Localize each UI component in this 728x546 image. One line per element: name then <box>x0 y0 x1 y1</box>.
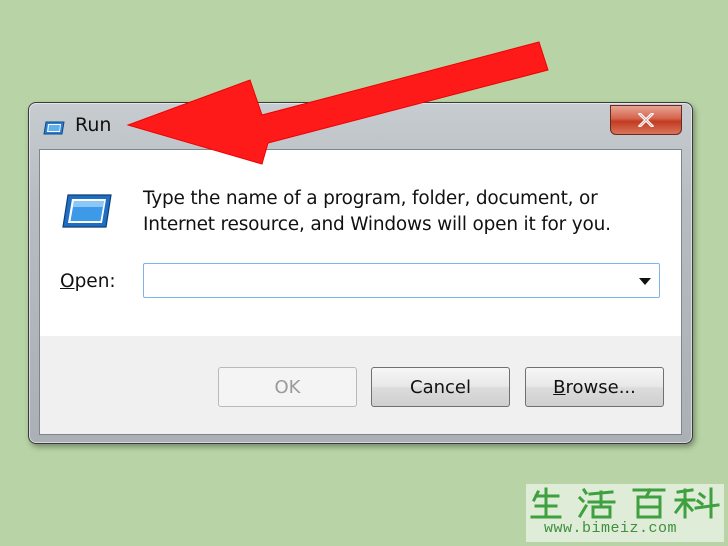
browse-label: rowse... <box>565 376 636 398</box>
watermark: www.bimeiz.com <box>526 484 724 542</box>
chevron-down-icon[interactable] <box>639 278 651 285</box>
browse-accelerator: B <box>553 376 566 398</box>
open-label-accelerator: O <box>60 271 75 292</box>
open-label-text: pen: <box>74 271 116 292</box>
cancel-button[interactable]: Cancel <box>371 367 510 407</box>
dialog-body: Type the name of a program, folder, docu… <box>39 149 682 435</box>
open-label: Open: <box>60 271 116 292</box>
open-input[interactable] <box>148 268 622 295</box>
window-title: Run <box>75 114 112 136</box>
dialog-description: Type the name of a program, folder, docu… <box>143 188 611 235</box>
run-icon <box>62 194 112 228</box>
close-button[interactable] <box>610 105 682 135</box>
browse-button[interactable]: Browse... <box>525 367 664 407</box>
run-icon <box>43 121 65 135</box>
watermark-url: www.bimeiz.com <box>544 520 678 537</box>
watermark-logo <box>530 487 720 519</box>
open-combobox[interactable] <box>143 263 660 298</box>
close-icon <box>638 113 654 127</box>
ok-button[interactable]: OK <box>218 367 357 407</box>
run-dialog: Run Type the name of a program, folder, … <box>28 102 693 444</box>
dialog-content-panel: Type the name of a program, folder, docu… <box>40 150 681 336</box>
